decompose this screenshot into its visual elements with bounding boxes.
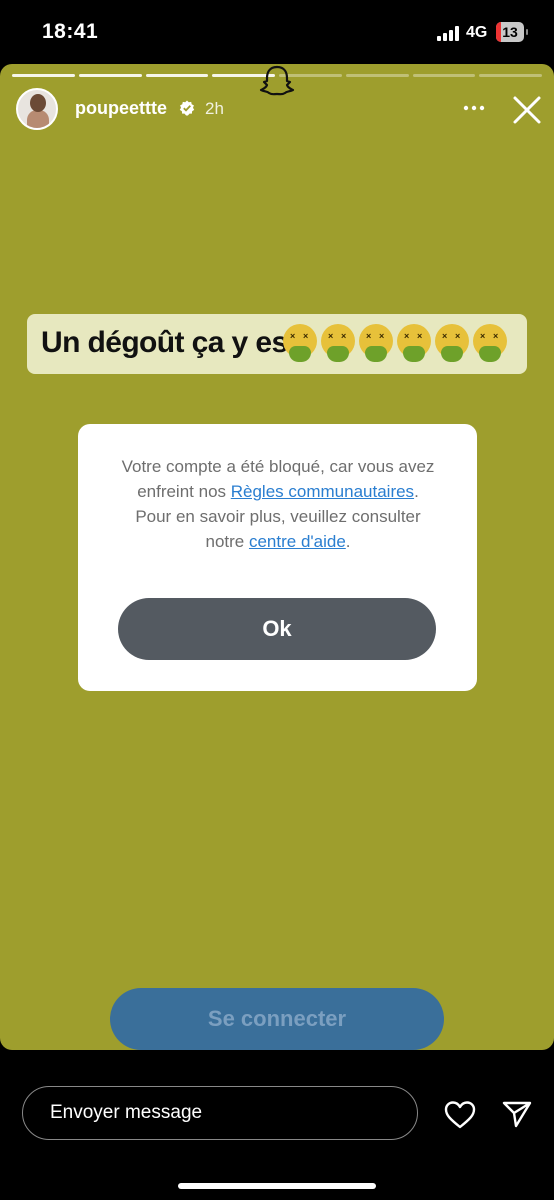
heart-icon[interactable] — [444, 1100, 476, 1130]
dialog-text-part: . — [345, 532, 351, 551]
nauseated-face-emoji-icon: × × — [321, 324, 355, 362]
nauseated-face-emoji-icon: × × — [473, 324, 507, 362]
battery-icon: 13 — [496, 22, 528, 42]
nauseated-face-emoji-icon: × × — [359, 324, 393, 362]
message-input[interactable]: Envoyer message — [22, 1086, 418, 1140]
status-time: 18:41 — [42, 20, 99, 43]
nauseated-face-emoji-icon: × × — [397, 324, 431, 362]
network-label: 4G — [466, 24, 488, 41]
close-icon[interactable] — [512, 95, 542, 125]
more-options-icon[interactable] — [462, 98, 486, 118]
emoji-row: × × × × × × × × × × × × — [283, 324, 507, 362]
account-blocked-dialog: Votre compte a été bloqué, car vous avez… — [78, 424, 477, 691]
send-icon[interactable] — [502, 1100, 532, 1128]
dialog-message: Votre compte a été bloqué, car vous avez… — [118, 454, 438, 554]
message-placeholder: Envoyer message — [50, 1102, 203, 1123]
battery-level: 13 — [502, 24, 518, 40]
status-bar: 18:41 4G 13 — [0, 0, 554, 64]
verified-badge-icon — [179, 100, 195, 116]
story-view[interactable]: poupeettte 2h Un dégoût ça y est × × × × ×… — [0, 64, 554, 1050]
signal-icon — [437, 26, 459, 41]
home-indicator[interactable] — [178, 1183, 376, 1189]
story-timestamp: 2h — [205, 99, 224, 118]
community-rules-link[interactable]: Règles communautaires — [231, 482, 414, 501]
nauseated-face-emoji-icon: × × — [435, 324, 469, 362]
connect-button[interactable]: Se connecter — [110, 988, 444, 1050]
nauseated-face-emoji-icon: × × — [283, 324, 317, 362]
story-username[interactable]: poupeettte — [75, 98, 167, 119]
caption-text: Un dégoût ça y est — [41, 326, 298, 359]
story-header: poupeettte 2h — [0, 88, 554, 136]
ok-button[interactable]: Ok — [118, 598, 436, 660]
avatar[interactable] — [16, 88, 58, 130]
story-caption: Un dégoût ça y est × × × × × × × × × × × × — [27, 314, 527, 374]
help-center-link[interactable]: centre d'aide — [249, 532, 346, 551]
